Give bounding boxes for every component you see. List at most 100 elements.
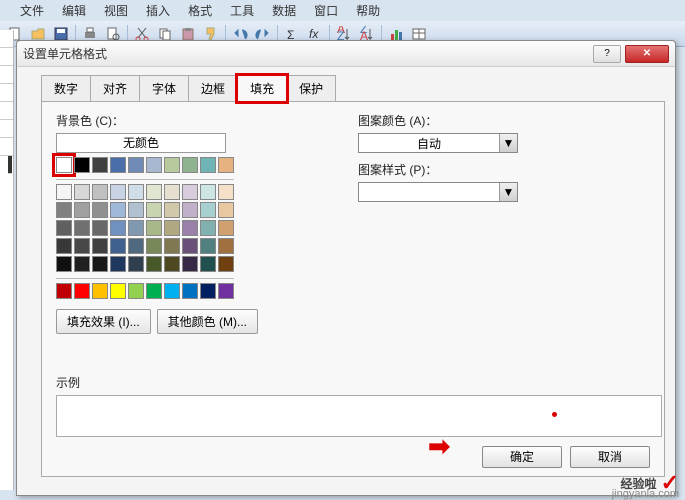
color-swatch[interactable] (110, 238, 126, 254)
menu-file[interactable]: 文件 (20, 2, 44, 19)
color-swatch[interactable] (74, 157, 90, 173)
color-swatch[interactable] (56, 202, 72, 218)
color-swatch[interactable] (218, 184, 234, 200)
standard-palette (56, 283, 258, 299)
color-swatch[interactable] (164, 157, 180, 173)
color-swatch[interactable] (200, 184, 216, 200)
color-swatch[interactable] (164, 220, 180, 236)
color-swatch[interactable] (218, 256, 234, 272)
tab-protect[interactable]: 保护 (286, 75, 336, 102)
color-swatch[interactable] (200, 202, 216, 218)
fill-effects-button[interactable]: 填充效果 (I)... (56, 309, 151, 334)
color-swatch[interactable] (146, 283, 162, 299)
menu-insert[interactable]: 插入 (146, 2, 170, 19)
color-swatch[interactable] (200, 157, 216, 173)
color-swatch[interactable] (128, 202, 144, 218)
pattern-style-dropdown[interactable]: ▼ (358, 182, 518, 202)
color-swatch[interactable] (164, 202, 180, 218)
cancel-button[interactable]: 取消 (570, 446, 650, 468)
color-swatch[interactable] (110, 202, 126, 218)
color-swatch[interactable] (218, 157, 234, 173)
color-swatch[interactable] (56, 184, 72, 200)
spreadsheet-rowheaders (0, 30, 14, 490)
color-swatch[interactable] (56, 157, 72, 173)
color-swatch[interactable] (56, 238, 72, 254)
menu-format[interactable]: 格式 (188, 2, 212, 19)
color-swatch[interactable] (218, 238, 234, 254)
pattern-color-dropdown[interactable]: 自动 ▼ (358, 133, 518, 153)
color-swatch[interactable] (110, 256, 126, 272)
color-swatch[interactable] (200, 238, 216, 254)
close-button[interactable]: ✕ (625, 45, 669, 63)
watermark-text2: jingyanla.com (612, 488, 679, 500)
color-swatch[interactable] (74, 202, 90, 218)
color-swatch[interactable] (110, 157, 126, 173)
color-swatch[interactable] (74, 220, 90, 236)
color-swatch[interactable] (200, 283, 216, 299)
color-swatch[interactable] (218, 202, 234, 218)
tab-alignment[interactable]: 对齐 (90, 75, 140, 102)
color-swatch[interactable] (128, 220, 144, 236)
color-swatch[interactable] (128, 256, 144, 272)
color-swatch[interactable] (146, 157, 162, 173)
color-swatch[interactable] (164, 256, 180, 272)
more-colors-button[interactable]: 其他颜色 (M)... (157, 309, 258, 334)
color-swatch[interactable] (146, 220, 162, 236)
color-swatch[interactable] (74, 256, 90, 272)
color-swatch[interactable] (182, 202, 198, 218)
no-color-button[interactable]: 无颜色 (56, 133, 226, 153)
color-swatch[interactable] (182, 157, 198, 173)
menu-data[interactable]: 数据 (272, 2, 296, 19)
color-swatch[interactable] (56, 256, 72, 272)
color-swatch[interactable] (92, 238, 108, 254)
color-swatch[interactable] (182, 184, 198, 200)
color-swatch[interactable] (110, 283, 126, 299)
color-swatch[interactable] (218, 220, 234, 236)
ok-button[interactable]: 确定 (482, 446, 562, 468)
color-swatch[interactable] (92, 157, 108, 173)
color-swatch[interactable] (164, 184, 180, 200)
color-swatch[interactable] (92, 283, 108, 299)
color-swatch[interactable] (128, 283, 144, 299)
color-swatch[interactable] (128, 157, 144, 173)
tab-number[interactable]: 数字 (41, 75, 91, 102)
color-swatch[interactable] (128, 184, 144, 200)
chevron-down-icon: ▼ (499, 183, 517, 201)
tab-font[interactable]: 字体 (139, 75, 189, 102)
color-swatch[interactable] (182, 238, 198, 254)
color-swatch[interactable] (128, 238, 144, 254)
color-swatch[interactable] (164, 283, 180, 299)
divider (56, 179, 234, 180)
tab-fill[interactable]: 填充 (237, 75, 287, 102)
color-swatch[interactable] (146, 202, 162, 218)
color-swatch[interactable] (146, 256, 162, 272)
color-swatch[interactable] (182, 220, 198, 236)
menu-window[interactable]: 窗口 (314, 2, 338, 19)
color-swatch[interactable] (92, 256, 108, 272)
color-swatch[interactable] (74, 238, 90, 254)
color-swatch[interactable] (200, 256, 216, 272)
color-swatch[interactable] (164, 238, 180, 254)
menu-edit[interactable]: 编辑 (62, 2, 86, 19)
help-button[interactable]: ? (593, 45, 621, 63)
color-swatch[interactable] (92, 184, 108, 200)
color-swatch[interactable] (146, 238, 162, 254)
tab-border[interactable]: 边框 (188, 75, 238, 102)
color-swatch[interactable] (110, 184, 126, 200)
color-swatch[interactable] (146, 184, 162, 200)
color-swatch[interactable] (56, 220, 72, 236)
menu-view[interactable]: 视图 (104, 2, 128, 19)
color-swatch[interactable] (74, 283, 90, 299)
color-swatch[interactable] (200, 220, 216, 236)
color-swatch[interactable] (74, 184, 90, 200)
menu-help[interactable]: 帮助 (356, 2, 380, 19)
color-swatch[interactable] (182, 256, 198, 272)
color-swatch[interactable] (92, 220, 108, 236)
menu-tools[interactable]: 工具 (230, 2, 254, 19)
color-swatch[interactable] (92, 202, 108, 218)
dialog-titlebar[interactable]: 设置单元格格式 ? ✕ (17, 41, 675, 67)
color-swatch[interactable] (218, 283, 234, 299)
color-swatch[interactable] (110, 220, 126, 236)
color-swatch[interactable] (56, 283, 72, 299)
color-swatch[interactable] (182, 283, 198, 299)
